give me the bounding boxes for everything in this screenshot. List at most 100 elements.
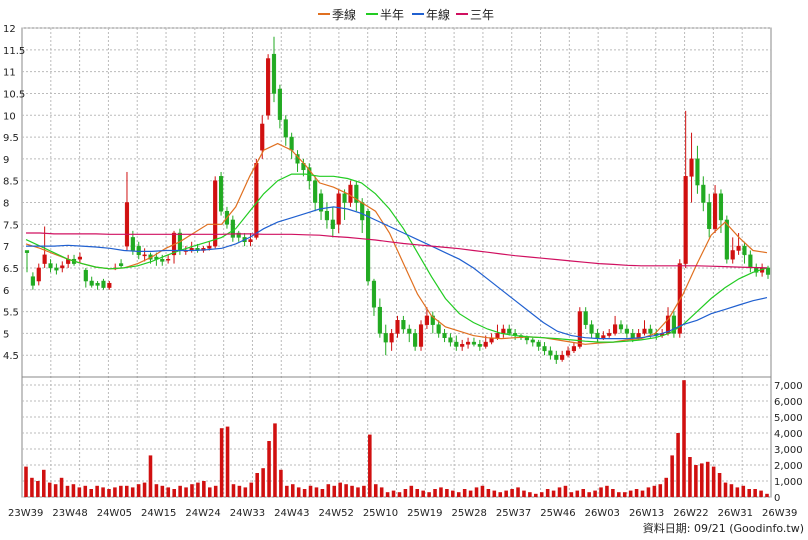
volume-bar bbox=[682, 380, 686, 497]
volume-bar bbox=[451, 490, 455, 497]
volume-bar bbox=[705, 461, 710, 497]
x-tick-label: 26W03 bbox=[585, 508, 620, 519]
candle-body bbox=[389, 333, 394, 343]
volume-bar bbox=[397, 492, 402, 497]
volume-bar bbox=[628, 490, 633, 497]
candle-body bbox=[436, 324, 441, 334]
x-tick-label: 25W37 bbox=[496, 508, 531, 519]
volume-bar bbox=[759, 490, 763, 497]
price-tick-label: 11 bbox=[3, 68, 16, 79]
volume-bar bbox=[166, 487, 171, 497]
volume-bar bbox=[385, 492, 390, 497]
volume-bar bbox=[71, 484, 76, 497]
volume-bar bbox=[605, 485, 609, 497]
candle-body bbox=[377, 306, 382, 334]
x-tick-label: 25W19 bbox=[407, 508, 442, 519]
candle-body bbox=[36, 267, 41, 282]
volume-bar bbox=[296, 487, 301, 497]
x-tick-label: 25W28 bbox=[452, 508, 487, 519]
volume-bar bbox=[498, 492, 503, 497]
volume-bar bbox=[130, 487, 135, 497]
volume-bar bbox=[101, 487, 105, 497]
candle-body bbox=[613, 324, 618, 334]
volume-bar bbox=[332, 485, 337, 497]
candle-body bbox=[136, 245, 141, 256]
volume-bar bbox=[243, 487, 248, 497]
x-tick-label: 24W15 bbox=[141, 508, 176, 519]
candle-body bbox=[336, 193, 341, 225]
candle-body bbox=[218, 176, 224, 212]
legend-label: 三年 bbox=[470, 8, 494, 22]
candle-body bbox=[683, 176, 688, 264]
volume-bar bbox=[504, 490, 508, 497]
volume-bar bbox=[279, 469, 283, 497]
candle-body bbox=[507, 328, 512, 334]
volume-bar bbox=[391, 490, 396, 497]
volume-bar bbox=[587, 492, 591, 497]
volume-bar bbox=[480, 485, 485, 497]
candle-body bbox=[101, 280, 106, 288]
candle-body bbox=[24, 250, 30, 253]
volume-bar bbox=[569, 492, 574, 497]
x-tick-label: 26W13 bbox=[629, 508, 664, 519]
candle-body bbox=[213, 180, 218, 247]
volume-bar bbox=[261, 468, 265, 497]
price-tick-label: 5 bbox=[3, 329, 9, 340]
volume-bar bbox=[213, 485, 218, 497]
volume-bar bbox=[36, 481, 40, 497]
volume-bar bbox=[658, 484, 663, 497]
candle-body bbox=[524, 337, 529, 341]
volume-bar bbox=[314, 487, 319, 497]
candle-body bbox=[360, 202, 365, 221]
candle-body bbox=[77, 256, 83, 260]
volume-bar bbox=[65, 485, 70, 497]
volume-bar bbox=[83, 485, 88, 497]
candle-body bbox=[448, 337, 453, 343]
candle-body bbox=[42, 254, 47, 264]
volume-bar bbox=[694, 465, 698, 497]
volume-bar bbox=[290, 484, 295, 497]
volume-bar bbox=[717, 473, 722, 497]
chart-canvas: 4.5 5 5.5 6 6.5 7 7.5 8 8.5 9 9.5 10 10.5 11 11.5 12 0 1,… bbox=[3, 7, 804, 535]
x-tick-label: 24W52 bbox=[318, 508, 353, 519]
candle-body bbox=[83, 269, 88, 282]
legend-label: 年線 bbox=[426, 7, 450, 22]
candle-body bbox=[742, 245, 747, 256]
volume-bar bbox=[338, 482, 342, 497]
volume-bar bbox=[468, 490, 473, 497]
candle-body bbox=[630, 333, 635, 338]
candle-body bbox=[413, 333, 418, 347]
volume-bar bbox=[30, 477, 34, 497]
price-tick-label: 7 bbox=[3, 242, 9, 253]
volume-bar bbox=[326, 484, 331, 497]
candle-body bbox=[465, 341, 471, 345]
volume-bar bbox=[557, 487, 562, 497]
plot-frame bbox=[21, 27, 772, 498]
volume-bar bbox=[119, 485, 123, 497]
volume-bar bbox=[539, 492, 544, 497]
volume-bar bbox=[617, 492, 621, 497]
candle-body bbox=[260, 123, 265, 151]
volume-bar bbox=[427, 492, 431, 497]
volume-bar bbox=[77, 487, 82, 497]
candle-body bbox=[142, 254, 147, 257]
candle-body bbox=[124, 202, 130, 247]
candle-body bbox=[95, 282, 100, 286]
volume-bar bbox=[362, 485, 366, 497]
volume-bar bbox=[403, 489, 408, 497]
candle-body bbox=[477, 344, 482, 347]
candle-body bbox=[313, 180, 318, 203]
candle-body bbox=[595, 333, 600, 338]
candle-body bbox=[695, 158, 700, 186]
volume-bar bbox=[492, 490, 497, 497]
volume-bar bbox=[249, 482, 254, 497]
volume-bar bbox=[231, 484, 236, 497]
volume-bar bbox=[711, 466, 716, 497]
candle-body bbox=[536, 341, 541, 347]
volume-bar bbox=[534, 493, 538, 497]
candle-body bbox=[542, 346, 547, 352]
volume-tick-label: 4,000 bbox=[774, 429, 803, 440]
candle-body bbox=[460, 344, 465, 347]
volume-bar bbox=[190, 484, 194, 497]
candle-body bbox=[560, 354, 565, 360]
